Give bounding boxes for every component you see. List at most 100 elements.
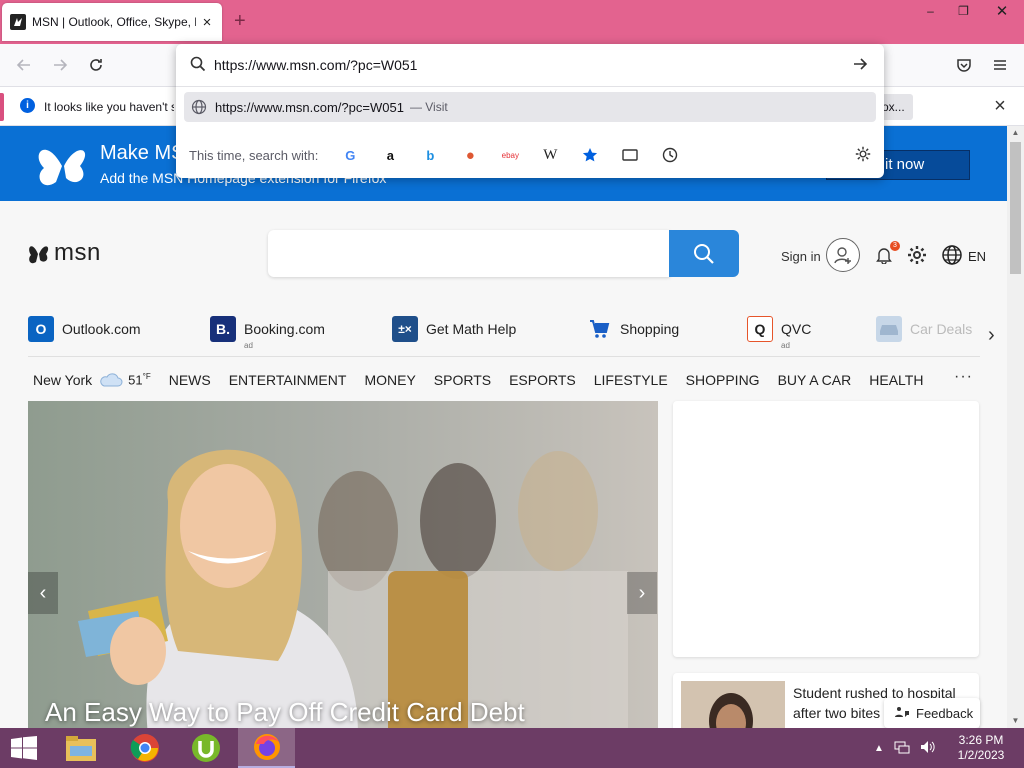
feedback-icon — [895, 707, 909, 717]
more-topics-button[interactable]: ··· — [954, 368, 973, 386]
search-icon — [694, 243, 714, 264]
nav-link-esports[interactable]: ESPORTS — [509, 372, 576, 388]
restore-button[interactable]: ❐ — [947, 0, 980, 22]
address-bar-dropdown: https://www.msn.com/?pc=W051 — Visit Thi… — [176, 44, 884, 178]
tabs-icon[interactable] — [622, 147, 639, 163]
sign-in-link[interactable]: Sign in — [781, 249, 821, 264]
file-explorer-button[interactable] — [52, 728, 109, 768]
url-suggestion[interactable]: https://www.msn.com/?pc=W051 — Visit — [184, 92, 876, 122]
ad-card[interactable] — [673, 401, 979, 657]
msn-logo-text: msn — [54, 239, 101, 266]
msn-search-input[interactable] — [268, 230, 670, 277]
duckduckgo-search-icon[interactable]: ● — [462, 147, 478, 164]
nav-link-entertainment[interactable]: ENTERTAINMENT — [229, 372, 347, 388]
amazon-search-icon[interactable]: a — [382, 147, 398, 163]
hero-story[interactable]: ‹ › An Easy Way to Pay Off Credit Card D… — [28, 401, 658, 728]
chrome-button[interactable] — [116, 728, 173, 768]
bing-search-icon[interactable]: b — [422, 147, 438, 163]
chrome-icon — [130, 734, 159, 762]
scroll-down-arrow-icon[interactable]: ▼ — [1007, 714, 1024, 728]
windows-start-icon[interactable] — [10, 736, 38, 760]
utorrent-icon — [191, 734, 220, 762]
hero-next-button[interactable]: › — [627, 572, 657, 614]
shopping-cart-icon — [586, 316, 612, 342]
page-scrollbar[interactable]: ▲ ▼ — [1007, 126, 1024, 728]
nav-link-shopping[interactable]: SHOPPING — [686, 372, 760, 388]
utorrent-button[interactable] — [177, 728, 234, 768]
address-input[interactable] — [214, 56, 834, 74]
one-off-search-row: This time, search with: G a b ● ebay W — [189, 144, 702, 166]
hamburger-icon — [994, 60, 1006, 70]
firefox-button[interactable] — [238, 728, 295, 768]
nav-link-money[interactable]: MONEY — [364, 372, 415, 388]
close-window-button[interactable]: ✕ — [980, 0, 1024, 22]
window-controls: – ❐ ✕ — [914, 0, 1024, 22]
qvc-icon: Q — [747, 316, 773, 342]
system-clock[interactable]: 3:26 PM 1/2/2023 — [946, 733, 1016, 763]
msn-butterfly-icon — [38, 149, 86, 186]
quick-links: O Outlook.com B. Booking.com ad ±× Get M… — [28, 316, 1008, 356]
tab-close-button[interactable]: × — [200, 14, 214, 31]
tray-expand-icon[interactable]: ▲ — [874, 743, 884, 754]
msn-logo[interactable]: msn — [28, 239, 101, 267]
page-content: Make MSN Add the MSN Homepage extension … — [0, 126, 1024, 728]
language-globe-icon[interactable] — [941, 244, 963, 266]
feedback-button[interactable]: Feedback — [884, 698, 980, 728]
wikipedia-search-icon[interactable]: W — [542, 147, 558, 163]
scroll-up-arrow-icon[interactable]: ▲ — [1007, 126, 1024, 140]
news-thumbnail — [681, 681, 785, 728]
quicklink-outlook[interactable]: O Outlook.com — [28, 316, 141, 342]
menu-button[interactable] — [989, 54, 1011, 76]
system-tray: ▲ — [874, 740, 946, 757]
search-settings-gear-icon[interactable] — [854, 145, 872, 163]
quicklink-car-deals[interactable]: Car Deals — [876, 316, 972, 342]
suggestion-action: — Visit — [409, 100, 448, 114]
weather-widget[interactable]: New York 51°F — [33, 372, 151, 388]
divider — [176, 86, 884, 87]
booking-icon: B. — [210, 316, 236, 342]
msn-favicon-icon — [10, 14, 26, 30]
tab-strip: MSN | Outlook, Office, Skype, Bing × + –… — [0, 0, 1024, 44]
hero-headline[interactable]: An Easy Way to Pay Off Credit Card Debt — [45, 697, 525, 728]
pocket-icon — [957, 59, 971, 72]
language-label[interactable]: EN — [968, 249, 986, 264]
nav-link-lifestyle[interactable]: LIFESTYLE — [594, 372, 668, 388]
suggestion-url: https://www.msn.com/?pc=W051 — [215, 99, 404, 115]
settings-gear-icon[interactable] — [907, 245, 927, 265]
new-tab-button[interactable]: + — [234, 10, 246, 32]
scrollbar-thumb[interactable] — [1010, 142, 1021, 274]
forward-button[interactable] — [49, 54, 71, 76]
msn-search-button[interactable] — [669, 230, 739, 277]
go-arrow-icon[interactable] — [852, 56, 868, 72]
nav-link-news[interactable]: NEWS — [169, 372, 211, 388]
bell-icon[interactable] — [876, 246, 892, 264]
quicklink-booking[interactable]: B. Booking.com ad — [210, 316, 325, 350]
forward-arrow-icon — [54, 59, 68, 71]
quicklink-shopping[interactable]: Shopping — [586, 316, 679, 342]
minimize-button[interactable]: – — [914, 0, 947, 22]
nav-link-buy-a-car[interactable]: BUY A CAR — [778, 372, 852, 388]
volume-icon[interactable] — [920, 740, 936, 757]
nav-link-health[interactable]: HEALTH — [869, 372, 923, 388]
network-icon[interactable] — [894, 740, 910, 757]
clock-date: 1/2/2023 — [957, 748, 1005, 762]
firefox-icon — [253, 734, 280, 760]
address-bar — [176, 44, 884, 86]
history-clock-icon[interactable] — [662, 147, 678, 163]
pocket-button[interactable] — [953, 54, 975, 76]
back-button[interactable] — [13, 54, 35, 76]
user-icon — [834, 247, 851, 264]
nav-link-sports[interactable]: SPORTS — [434, 372, 491, 388]
hero-prev-button[interactable]: ‹ — [28, 572, 58, 614]
avatar[interactable] — [826, 238, 860, 272]
quicklinks-next-chevron-icon[interactable]: › — [988, 324, 995, 347]
reload-button[interactable] — [85, 54, 107, 76]
notification-close-button[interactable]: × — [990, 95, 1010, 117]
quicklink-math[interactable]: ±× Get Math Help — [392, 316, 516, 342]
tab-msn[interactable]: MSN | Outlook, Office, Skype, Bing × — [2, 3, 222, 41]
notification-count-badge: 3 — [890, 241, 900, 251]
quicklink-qvc[interactable]: Q QVC ad — [747, 316, 811, 350]
ebay-search-icon[interactable]: ebay — [502, 147, 519, 163]
google-search-icon[interactable]: G — [342, 147, 358, 163]
bookmarks-star-icon[interactable] — [582, 147, 598, 163]
